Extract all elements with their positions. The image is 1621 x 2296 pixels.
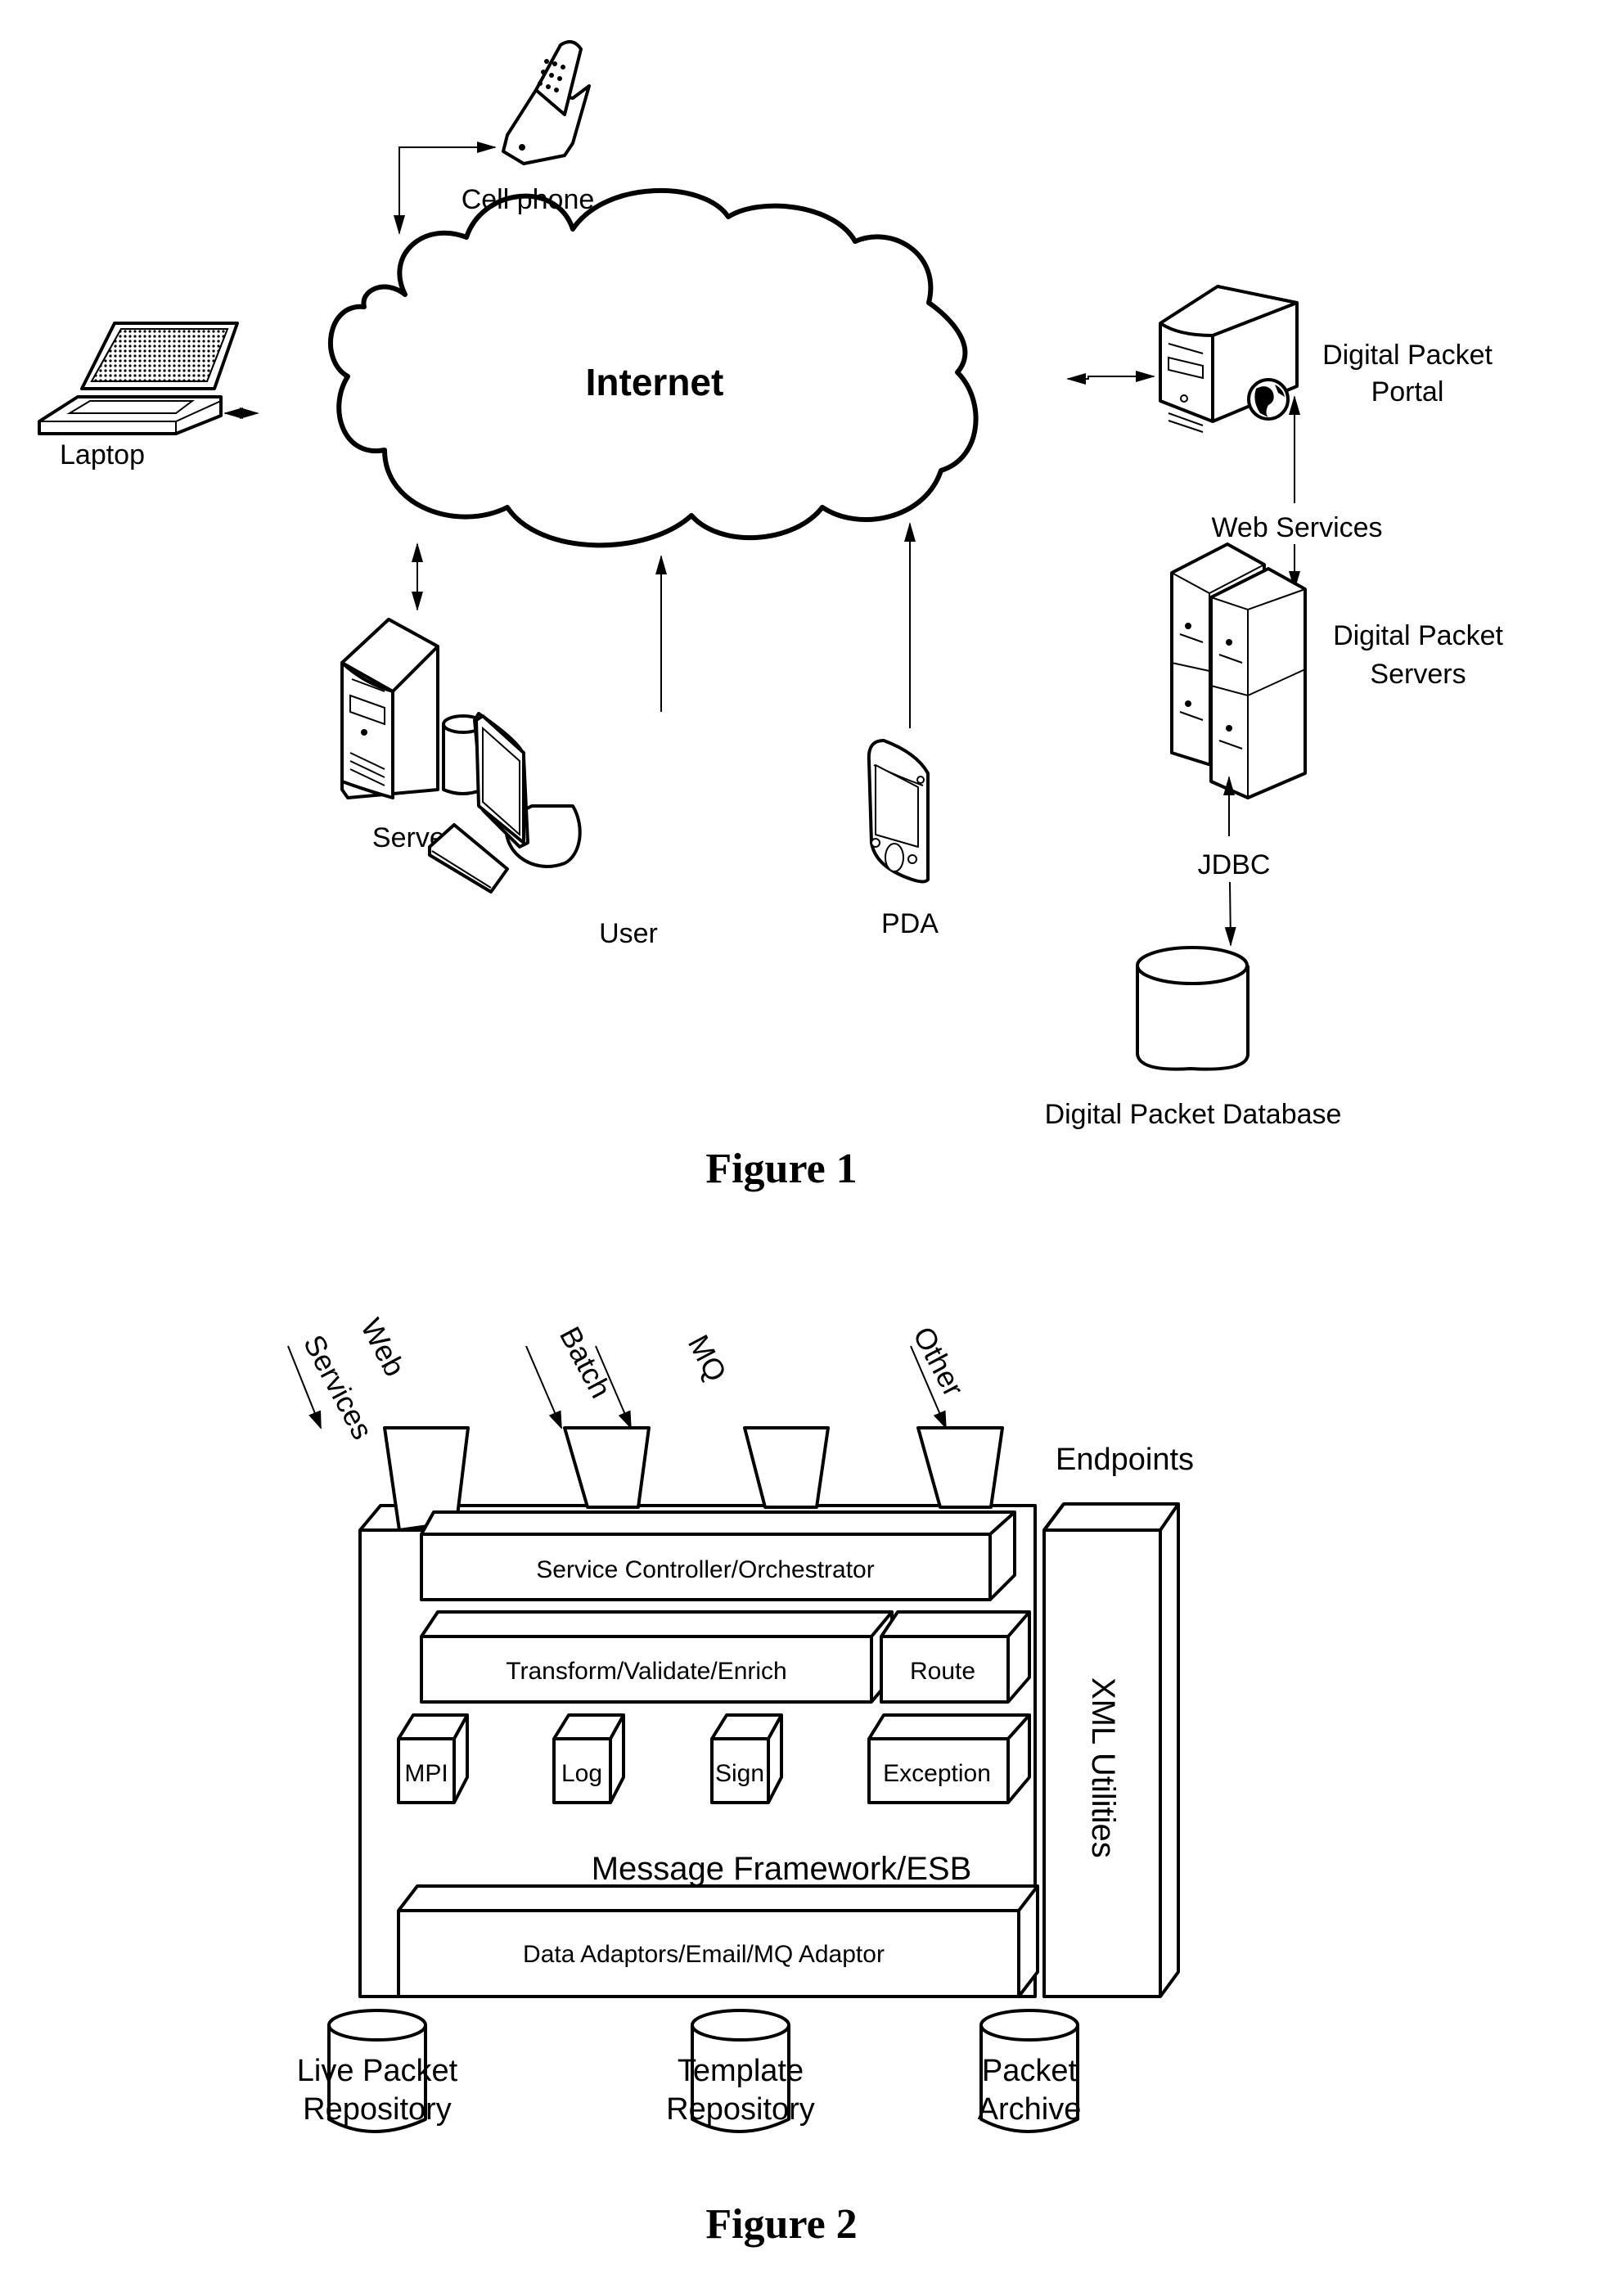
transform-block: Transform/Validate/Enrich	[420, 1610, 894, 1704]
mpi-block: MPI	[397, 1713, 469, 1804]
xml-utilities-label: XML Utilities	[1085, 1677, 1121, 1858]
exception-block: Exception	[867, 1713, 1031, 1804]
user-label: User	[599, 918, 658, 949]
portal-server-icon	[1159, 285, 1299, 433]
live-repo-label-line1: Live Packet	[297, 2054, 458, 2088]
template-repo-label-line2: Repository	[666, 2092, 815, 2127]
figure-1: Internet Cell phone Laptop Server User P…	[38, 40, 1503, 1192]
endpoints-label: Endpoints	[1056, 1443, 1194, 1477]
template-repo-label-line1: Template	[678, 2054, 804, 2088]
endpoint-batch	[563, 1426, 651, 1509]
internet-label: Internet	[586, 361, 724, 403]
sign-block: Sign	[710, 1713, 783, 1804]
jdbc-down-connector	[1224, 881, 1236, 947]
server-node: Server	[340, 542, 484, 853]
transform-label: Transform/Validate/Enrich	[506, 1658, 786, 1685]
live-repo-label-line2: Repository	[303, 2092, 452, 2127]
service-controller-label: Service Controller/Orchestrator	[536, 1556, 874, 1583]
database-icon	[1136, 946, 1250, 1071]
patent-figure-sheet: Internet Cell phone Laptop Server User P…	[38, 40, 1503, 2248]
figure-2: Services Web Batch MQ Other XML Utilitie…	[287, 1313, 1194, 2248]
cell-phone-icon	[502, 40, 591, 165]
figure-1-caption: Figure 1	[705, 1146, 857, 1192]
packet-archive-repository: Packet Archive	[978, 2009, 1082, 2133]
endpoint-mq	[743, 1426, 830, 1509]
portal-label-line2: Portal	[1371, 376, 1444, 407]
log-block: Log	[552, 1713, 625, 1804]
packet-servers-label-line2: Servers	[1370, 659, 1466, 690]
laptop-icon	[38, 322, 239, 435]
portal-node: Digital Packet Portal	[1066, 285, 1493, 433]
archive-repo-label-line2: Archive	[978, 2092, 1082, 2127]
input-label-other: Other	[907, 1321, 970, 1402]
web-services-label: Web Services	[1211, 512, 1382, 543]
internet-cloud: Internet	[328, 188, 979, 548]
input-label-web: Web	[354, 1313, 412, 1382]
archive-repo-label-line1: Packet	[982, 2054, 1078, 2088]
jdbc-label: JDBC	[1198, 849, 1271, 880]
xml-utilities-block: XML Utilities	[1042, 1502, 1180, 1998]
cell-phone-label: Cell phone	[462, 184, 595, 215]
input-channels: Services Web Batch MQ Other	[287, 1313, 970, 1445]
route-label: Route	[910, 1658, 975, 1685]
server-icon	[340, 618, 484, 799]
laptop-node: Laptop	[38, 322, 259, 470]
batch-arrow	[525, 1345, 562, 1429]
globe-icon	[1247, 378, 1290, 421]
cell-phone-node: Cell phone	[394, 40, 595, 235]
pda-label: PDA	[881, 908, 939, 939]
packet-servers-label-line1: Digital Packet	[1333, 620, 1503, 651]
mpi-label: MPI	[404, 1760, 448, 1787]
data-adaptors-label: Data Adaptors/Email/MQ Adaptor	[523, 1941, 885, 1968]
database-label: Digital Packet Database	[1045, 1099, 1342, 1130]
pda-icon	[867, 739, 930, 884]
pda-node: PDA	[867, 522, 939, 939]
input-label-mq: MQ	[682, 1330, 733, 1387]
server-cluster-icon	[1170, 542, 1307, 799]
log-label: Log	[561, 1760, 602, 1787]
packet-database-node: Digital Packet Database	[1045, 946, 1342, 1130]
data-adaptors-block: Data Adaptors/Email/MQ Adaptor	[397, 1884, 1039, 1998]
route-block: Route	[880, 1610, 1031, 1704]
laptop-label: Laptop	[60, 439, 145, 470]
endpoint-other	[916, 1426, 1004, 1509]
packet-servers-node: Digital Packet Servers	[1170, 542, 1503, 799]
portal-label-line1: Digital Packet	[1322, 340, 1493, 371]
template-repository: Template Repository	[666, 2009, 815, 2133]
input-label-batch: Batch	[553, 1321, 618, 1404]
figure-2-caption: Figure 2	[705, 2201, 857, 2248]
message-framework-label: Message Framework/ESB	[592, 1851, 972, 1887]
live-packet-repository: Live Packet Repository	[297, 2009, 458, 2133]
sign-label: Sign	[715, 1760, 764, 1787]
portal-internet-connector	[1066, 371, 1155, 385]
service-controller-block: Service Controller/Orchestrator	[420, 1510, 1016, 1601]
exception-label: Exception	[883, 1760, 991, 1787]
